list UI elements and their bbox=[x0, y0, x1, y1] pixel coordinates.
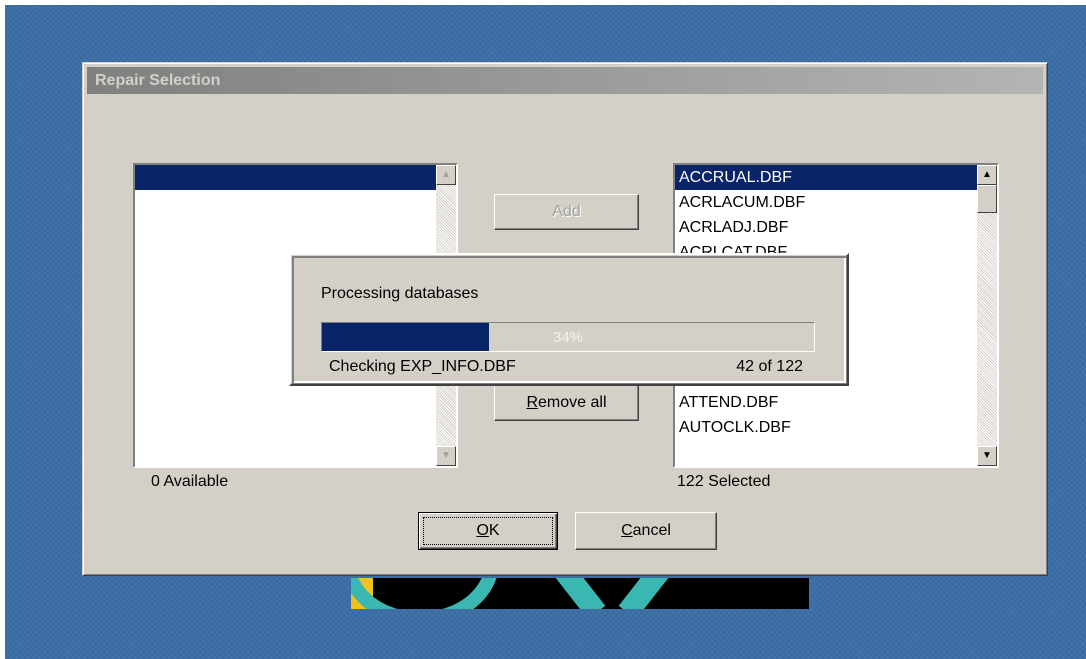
scroll-down-icon[interactable]: ▼ bbox=[977, 446, 997, 466]
cancel-button[interactable]: Cancel bbox=[575, 512, 717, 550]
scroll-thumb[interactable] bbox=[977, 185, 997, 213]
selected-list-scrollbar[interactable]: ▲ ▼ bbox=[977, 165, 997, 466]
available-list-focus-row[interactable] bbox=[135, 165, 436, 190]
scroll-down-icon[interactable]: ▼ bbox=[436, 446, 456, 466]
list-item[interactable]: ATTEND.DBF bbox=[675, 390, 977, 415]
wallpaper-art bbox=[351, 578, 809, 609]
selected-count: 122 Selected bbox=[677, 473, 771, 490]
ok-button[interactable]: OK bbox=[418, 512, 558, 550]
list-item[interactable]: ACRLADJ.DBF bbox=[675, 215, 977, 240]
ok-focus-rect bbox=[423, 517, 553, 545]
list-item[interactable]: ACCRUAL.DBF bbox=[675, 165, 977, 190]
dialog-title-bar[interactable]: Repair Selection bbox=[87, 67, 1043, 94]
progress-percent: 34% bbox=[552, 328, 584, 346]
progress-count: 42 of 122 bbox=[736, 358, 803, 375]
progress-bar: 34% bbox=[321, 322, 815, 352]
progress-dialog: Processing databases 34% Checking EXP_IN… bbox=[289, 253, 849, 386]
add-button[interactable]: Add bbox=[494, 194, 639, 230]
scroll-up-icon[interactable]: ▲ bbox=[977, 165, 997, 185]
dialog-title: Repair Selection bbox=[95, 72, 221, 89]
list-item[interactable]: AUTOCLK.DBF bbox=[675, 415, 977, 440]
scroll-up-icon[interactable]: ▲ bbox=[436, 165, 456, 185]
progress-title: Processing databases bbox=[321, 285, 479, 302]
list-item[interactable]: ACRLACUM.DBF bbox=[675, 190, 977, 215]
progress-current-file: Checking EXP_INFO.DBF bbox=[329, 358, 516, 375]
available-count: 0 Available bbox=[151, 473, 229, 490]
remove-all-button[interactable]: Remove all bbox=[494, 385, 639, 421]
